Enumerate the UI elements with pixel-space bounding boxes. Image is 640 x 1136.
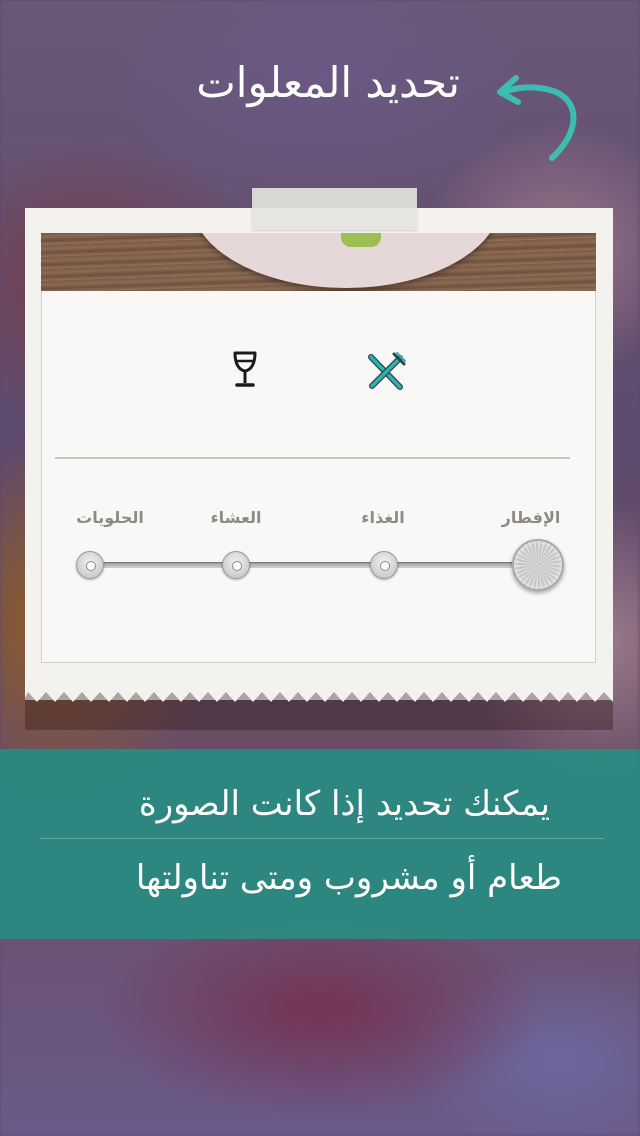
fork-knife-icon[interactable] bbox=[366, 352, 406, 392]
slider-stop-dinner[interactable] bbox=[222, 551, 250, 579]
slider-stop-desserts[interactable] bbox=[76, 551, 104, 579]
panel-divider bbox=[55, 457, 570, 459]
tape-strip bbox=[252, 188, 417, 230]
banner-separator bbox=[40, 838, 604, 839]
banner-line-2: طعام أو مشروب ومتى تناولتها bbox=[135, 858, 562, 898]
meal-label-breakfast: الإفطار bbox=[501, 508, 561, 527]
meal-label-dinner: العشاء bbox=[210, 508, 262, 527]
banner-line-1: يمكنك تحديد إذا كانت الصورة bbox=[138, 784, 550, 824]
page-title: تحديد المعلوات bbox=[196, 58, 460, 107]
slider-stop-lunch[interactable] bbox=[370, 551, 398, 579]
curved-arrow-icon bbox=[497, 75, 577, 161]
meal-label-lunch: الغذاء bbox=[361, 508, 405, 527]
info-banner bbox=[0, 749, 640, 939]
slider-knob[interactable] bbox=[512, 539, 564, 591]
meal-slider-track[interactable] bbox=[90, 562, 540, 568]
selection-panel bbox=[41, 291, 596, 663]
meal-label-desserts: الحلويات bbox=[76, 508, 144, 527]
card-torn-edge bbox=[25, 690, 613, 730]
food-photo-strip bbox=[41, 233, 596, 291]
wine-glass-icon[interactable] bbox=[229, 350, 261, 390]
garnish bbox=[341, 233, 381, 247]
